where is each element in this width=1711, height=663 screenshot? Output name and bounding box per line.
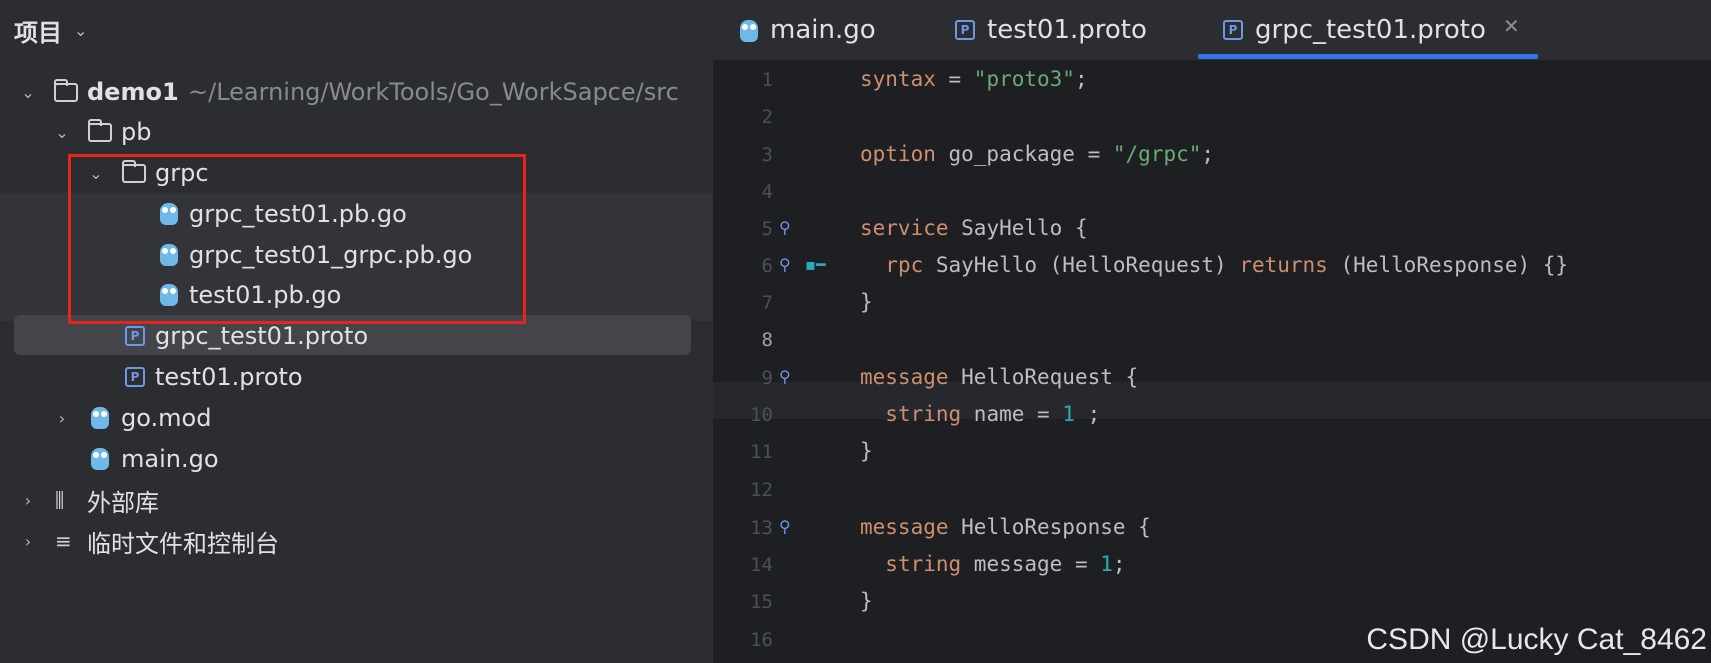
line-number: 14: [750, 554, 773, 576]
line-number: 10: [750, 404, 773, 426]
line-number: 6: [761, 255, 773, 277]
line-number: 9: [761, 367, 773, 389]
chevron-down-icon[interactable]: ⌄: [74, 21, 87, 40]
tree-item-main-go[interactable]: main.go: [0, 440, 713, 478]
folder-icon: [88, 118, 112, 142]
code-line: option go_package = "/grpc";: [860, 142, 1215, 166]
implementation-gutter-icon[interactable]: ⚲: [779, 218, 791, 237]
line-number: 1: [761, 69, 773, 91]
line-number: 7: [761, 292, 773, 314]
code-line: string message = 1;: [885, 552, 1126, 576]
line-number: 11: [750, 441, 773, 463]
code-line: string name = 1 ;: [885, 402, 1101, 426]
implementation-gutter-icon[interactable]: ⚲: [779, 517, 791, 536]
library-icon: ⫼: [55, 488, 65, 512]
code-line: service SayHello {: [860, 216, 1088, 240]
folder-icon: [54, 78, 78, 102]
tree-item-label: 外部库: [87, 488, 159, 517]
scratches-icon: ≡: [55, 529, 72, 553]
chevron-down-icon[interactable]: ⌄: [52, 123, 72, 142]
tree-item-label: main.go: [121, 445, 219, 473]
line-number: 16: [750, 629, 773, 651]
gopher-icon: [91, 448, 109, 470]
code-line: message HelloResponse {: [860, 515, 1151, 539]
proto-icon: P: [955, 20, 975, 40]
chevron-down-icon[interactable]: ⌄: [18, 83, 38, 102]
proto-icon: P: [125, 326, 145, 346]
project-path: ~/Learning/WorkTools/Go_WorkSapce/src: [188, 78, 679, 106]
tab-label: main.go: [770, 15, 876, 45]
code-editor[interactable]: 1 2 3 4 5 6 7 8 9 10 11 12 13 14 15 16 ⚲…: [713, 61, 1711, 663]
line-number: 8: [761, 329, 773, 351]
grpc-gutter-icon[interactable]: ▪━: [805, 255, 825, 274]
code-line: }: [860, 589, 873, 613]
tree-item-test01-proto[interactable]: P test01.proto: [0, 358, 713, 396]
tree-item-label: go.mod: [121, 404, 212, 432]
tree-item-label: grpc_test01.proto: [155, 322, 369, 350]
code-line: }: [860, 439, 873, 463]
tab-grpc-test01-proto[interactable]: P grpc_test01.proto: [1223, 0, 1486, 60]
line-number: 5: [761, 218, 773, 240]
project-title: 项目: [14, 18, 62, 47]
tree-item-demo1[interactable]: ⌄ demo1 ~/Learning/WorkTools/Go_WorkSapc…: [0, 73, 713, 111]
tab-label: test01.proto: [987, 15, 1147, 45]
line-number: 12: [750, 479, 773, 501]
project-header[interactable]: 项目 ⌄: [14, 12, 87, 48]
code-line: syntax = "proto3";: [860, 67, 1088, 91]
line-number: 4: [761, 181, 773, 203]
tab-main-go[interactable]: main.go: [740, 0, 876, 60]
tab-test01-proto[interactable]: P test01.proto: [955, 0, 1147, 60]
project-panel: 项目 ⌄ ⌄ demo1 ~/Learning/WorkTools/Go_Wor…: [0, 0, 713, 663]
tree-item-external-libraries[interactable]: › ⫼ 外部库: [0, 481, 713, 519]
gomod-icon: [91, 407, 109, 429]
line-number: 2: [761, 106, 773, 128]
tree-item-label: 临时文件和控制台: [87, 529, 279, 558]
tree-item-pb[interactable]: ⌄ pb: [0, 113, 713, 151]
implementation-gutter-icon[interactable]: ⚲: [779, 367, 791, 386]
line-number: 13: [750, 517, 773, 539]
tree-item-label: demo1: [87, 78, 179, 106]
proto-icon: P: [1223, 20, 1243, 40]
implementation-gutter-icon[interactable]: ⚲: [779, 255, 791, 274]
code-line: rpc SayHello (HelloRequest) returns (Hel…: [885, 253, 1569, 277]
line-number: 3: [761, 144, 773, 166]
tree-item-label: test01.proto: [155, 363, 303, 391]
chevron-right-icon[interactable]: ›: [52, 409, 72, 428]
line-number: 15: [750, 591, 773, 613]
chevron-right-icon[interactable]: ›: [18, 532, 38, 551]
active-tab-indicator: [1198, 54, 1538, 59]
gopher-icon: [740, 15, 758, 45]
watermark: CSDN @Lucky Cat_8462: [1366, 623, 1707, 656]
close-icon[interactable]: ✕: [1503, 14, 1520, 38]
highlight-box: [68, 154, 526, 324]
proto-icon: P: [125, 367, 145, 387]
code-line: message HelloRequest {: [860, 365, 1139, 389]
tree-item-go-mod[interactable]: › go.mod: [0, 399, 713, 437]
tree-item-label: pb: [121, 118, 152, 146]
code-line: }: [860, 290, 873, 314]
chevron-right-icon[interactable]: ›: [18, 491, 38, 510]
tab-label: grpc_test01.proto: [1255, 15, 1486, 45]
tree-item-scratches[interactable]: › ≡ 临时文件和控制台: [0, 522, 713, 560]
